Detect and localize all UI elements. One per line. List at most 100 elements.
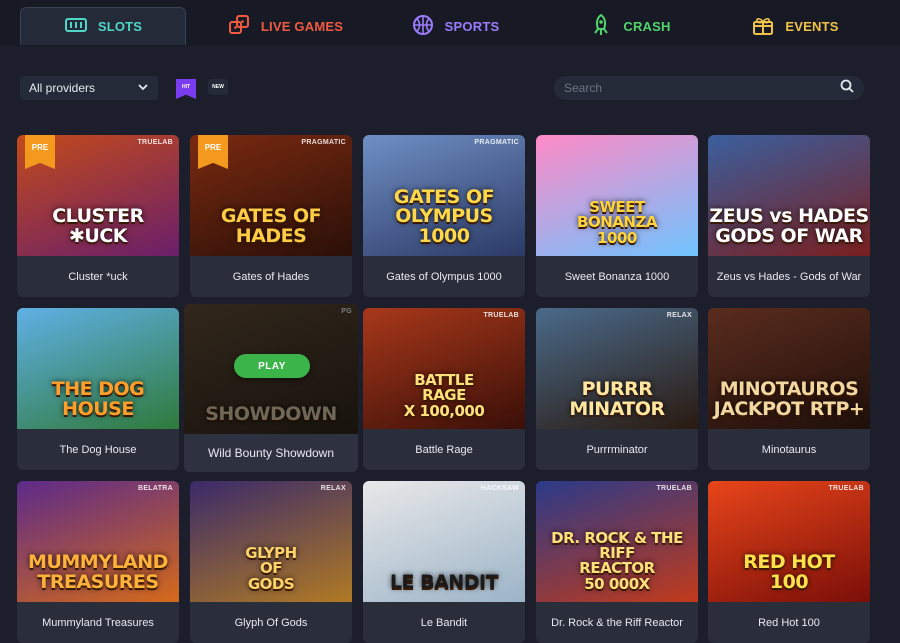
tab-slots[interactable]: SLOTS (20, 7, 186, 45)
category-nav: SLOTS LIVE GAMES SPORTS CRASH EVENTS (0, 0, 900, 46)
game-thumbnail[interactable]: THE DOG HOUSE (17, 308, 179, 429)
game-thumbnail[interactable]: MINOTAUROS JACKPOT RTP+ (708, 308, 870, 429)
tab-label: CRASH (623, 18, 671, 34)
game-logo-art: SHOWDOWN (205, 402, 337, 425)
game-card[interactable]: CLUSTER ✱UCK PRE TRUELAB Cluster *uck (17, 135, 179, 297)
game-thumbnail[interactable]: LE BANDIT HACKSAW (363, 481, 525, 602)
search-icon[interactable] (840, 79, 854, 98)
chevron-down-icon (137, 81, 149, 96)
game-title: Mummyland Treasures (42, 616, 154, 629)
game-thumbnail[interactable]: GATES OF HADES PRE PRAGMATIC (190, 135, 352, 256)
game-logo-art: CLUSTER ✱UCK (52, 205, 144, 247)
game-card[interactable]: ZEUS vs HADES GODS OF WAR Zeus vs Hades -… (708, 135, 870, 297)
game-card[interactable]: THE DOG HOUSE The Dog House (17, 308, 179, 470)
provider-logo: RELAX (666, 312, 692, 319)
game-logo-art: GLYPH OF GODS (245, 544, 297, 593)
provider-dropdown[interactable]: All providers (20, 76, 158, 100)
game-logo-art: MINOTAUROS JACKPOT RTP+ (713, 378, 865, 420)
game-thumbnail[interactable]: MUMMYLAND TREASURES BELATRA (17, 481, 179, 602)
game-logo-art: SWEET BONANZA 1000 (577, 198, 657, 247)
game-title: Dr. Rock & the Riff Reactor (551, 616, 683, 629)
game-thumbnail[interactable]: GATES OF OLYMPUS 1000 PRAGMATIC (363, 135, 525, 256)
new-filter-flag[interactable]: NEW (208, 79, 228, 95)
game-card[interactable]: GATES OF HADES PRE PRAGMATIC Gates of Hades (190, 135, 352, 297)
games-grid: CLUSTER ✱UCK PRE TRUELAB Cluster *uck GATES … (17, 135, 870, 643)
provider-logo: RELAX (320, 485, 346, 492)
basketball-icon (411, 13, 435, 40)
game-thumbnail[interactable]: GLYPH OF GODS RELAX (190, 481, 352, 602)
game-title: The Dog House (59, 443, 137, 456)
game-logo-art: GATES OF HADES (220, 205, 322, 247)
game-title: Gates of Olympus 1000 (386, 270, 502, 283)
tab-events[interactable]: EVENTS (745, 7, 845, 45)
game-thumbnail[interactable]: DR. ROCK & THE RIFF REACTOR 50 000X TRUEL… (536, 481, 698, 602)
game-logo-art: ZEUS vs HADES GODS OF WAR (709, 205, 869, 247)
provider-logo: TRUELAB (828, 485, 864, 492)
tab-label: SPORTS (444, 18, 500, 34)
hit-filter-flag[interactable]: HIT (176, 79, 196, 99)
gift-icon (751, 13, 775, 40)
game-card[interactable]: RED HOT 100 TRUELAB Red Hot 100 (708, 481, 870, 643)
game-title: Purrrminator (586, 443, 648, 456)
game-logo-art: MUMMYLAND TREASURES (28, 551, 168, 593)
tab-label: EVENTS (785, 18, 839, 34)
provider-logo: PG (341, 308, 352, 315)
game-title: Cluster *uck (68, 270, 128, 283)
game-thumbnail[interactable]: ZEUS vs HADES GODS OF WAR (708, 135, 870, 256)
provider-selected-value: All providers (29, 81, 96, 95)
game-card[interactable]: LE BANDIT HACKSAW Le Bandit (363, 481, 525, 643)
game-card[interactable]: DR. ROCK & THE RIFF REACTOR 50 000X TRUEL… (536, 481, 698, 643)
pre-badge: PRE (25, 135, 55, 169)
tab-crash[interactable]: CRASH (580, 7, 680, 45)
game-card[interactable]: PURRR MINATOR RELAX Purrrminator (536, 308, 698, 470)
game-title: Gates of Hades (232, 270, 310, 283)
game-title: Le Bandit (420, 616, 468, 629)
rocket-icon (589, 13, 613, 40)
search-bar (554, 76, 864, 100)
game-title: Glyph Of Gods (234, 616, 308, 629)
hit-label: HIT (181, 84, 191, 90)
game-logo-art: DR. ROCK & THE RIFF REACTOR 50 000X (551, 528, 683, 593)
tab-live-games[interactable]: LIVE GAMES (220, 7, 350, 45)
provider-logo: TRUELAB (137, 139, 173, 146)
new-label: NEW (212, 84, 224, 90)
game-card[interactable]: GATES OF OLYMPUS 1000 PRAGMATIC Gates of O… (363, 135, 525, 297)
game-title: Sweet Bonanza 1000 (564, 270, 670, 283)
game-thumbnail[interactable]: RED HOT 100 TRUELAB (708, 481, 870, 602)
slots-icon (64, 13, 88, 40)
game-card[interactable]: SHOWDOWN PG PLAY Wild Bounty Showdown (184, 304, 358, 472)
tab-label: LIVE GAMES (260, 18, 344, 34)
game-title: Battle Rage (415, 443, 473, 456)
search-input[interactable] (564, 81, 840, 95)
game-card[interactable]: MUMMYLAND TREASURES BELATRA Mummyland Trea… (17, 481, 179, 643)
provider-logo: TRUELAB (483, 312, 519, 319)
game-logo-art: PURRR MINATOR (569, 378, 665, 420)
provider-logo: HACKSAW (480, 485, 519, 492)
tab-sports[interactable]: SPORTS (405, 7, 505, 45)
provider-logo: PRAGMATIC (474, 139, 519, 146)
game-logo-art: RED HOT 100 (743, 551, 835, 593)
game-card[interactable]: GLYPH OF GODS RELAX Glyph Of Gods (190, 481, 352, 643)
play-button[interactable]: PLAY (234, 354, 310, 378)
game-logo-art: THE DOG HOUSE (51, 378, 145, 420)
tab-label: SLOTS (97, 19, 143, 34)
game-thumbnail[interactable]: BATTLE RAGE X 100,000 TRUELAB (363, 308, 525, 429)
game-title: Red Hot 100 (758, 616, 820, 629)
game-title: Zeus vs Hades - Gods of War (716, 270, 862, 283)
game-card[interactable]: SWEET BONANZA 1000 Sweet Bonanza 1000 (536, 135, 698, 297)
game-thumbnail[interactable]: CLUSTER ✱UCK PRE TRUELAB (17, 135, 179, 256)
game-card[interactable]: BATTLE RAGE X 100,000 TRUELAB Battle Rage (363, 308, 525, 470)
game-title: Minotaurus (761, 443, 817, 456)
game-thumbnail[interactable]: SWEET BONANZA 1000 (536, 135, 698, 256)
dice-icon (227, 13, 251, 40)
game-logo-art: GATES OF OLYMPUS 1000 (393, 185, 495, 247)
game-logo-art: BATTLE RAGE X 100,000 (403, 371, 485, 420)
game-logo-art: LE BANDIT (389, 570, 499, 593)
provider-logo: PRAGMATIC (301, 139, 346, 146)
provider-logo: BELATRA (137, 485, 173, 492)
game-card[interactable]: MINOTAUROS JACKPOT RTP+ Minotaurus (708, 308, 870, 470)
provider-logo: TRUELAB (656, 485, 692, 492)
game-thumbnail[interactable]: PURRR MINATOR RELAX (536, 308, 698, 429)
pre-badge: PRE (198, 135, 228, 169)
game-title: Wild Bounty Showdown (207, 446, 335, 460)
